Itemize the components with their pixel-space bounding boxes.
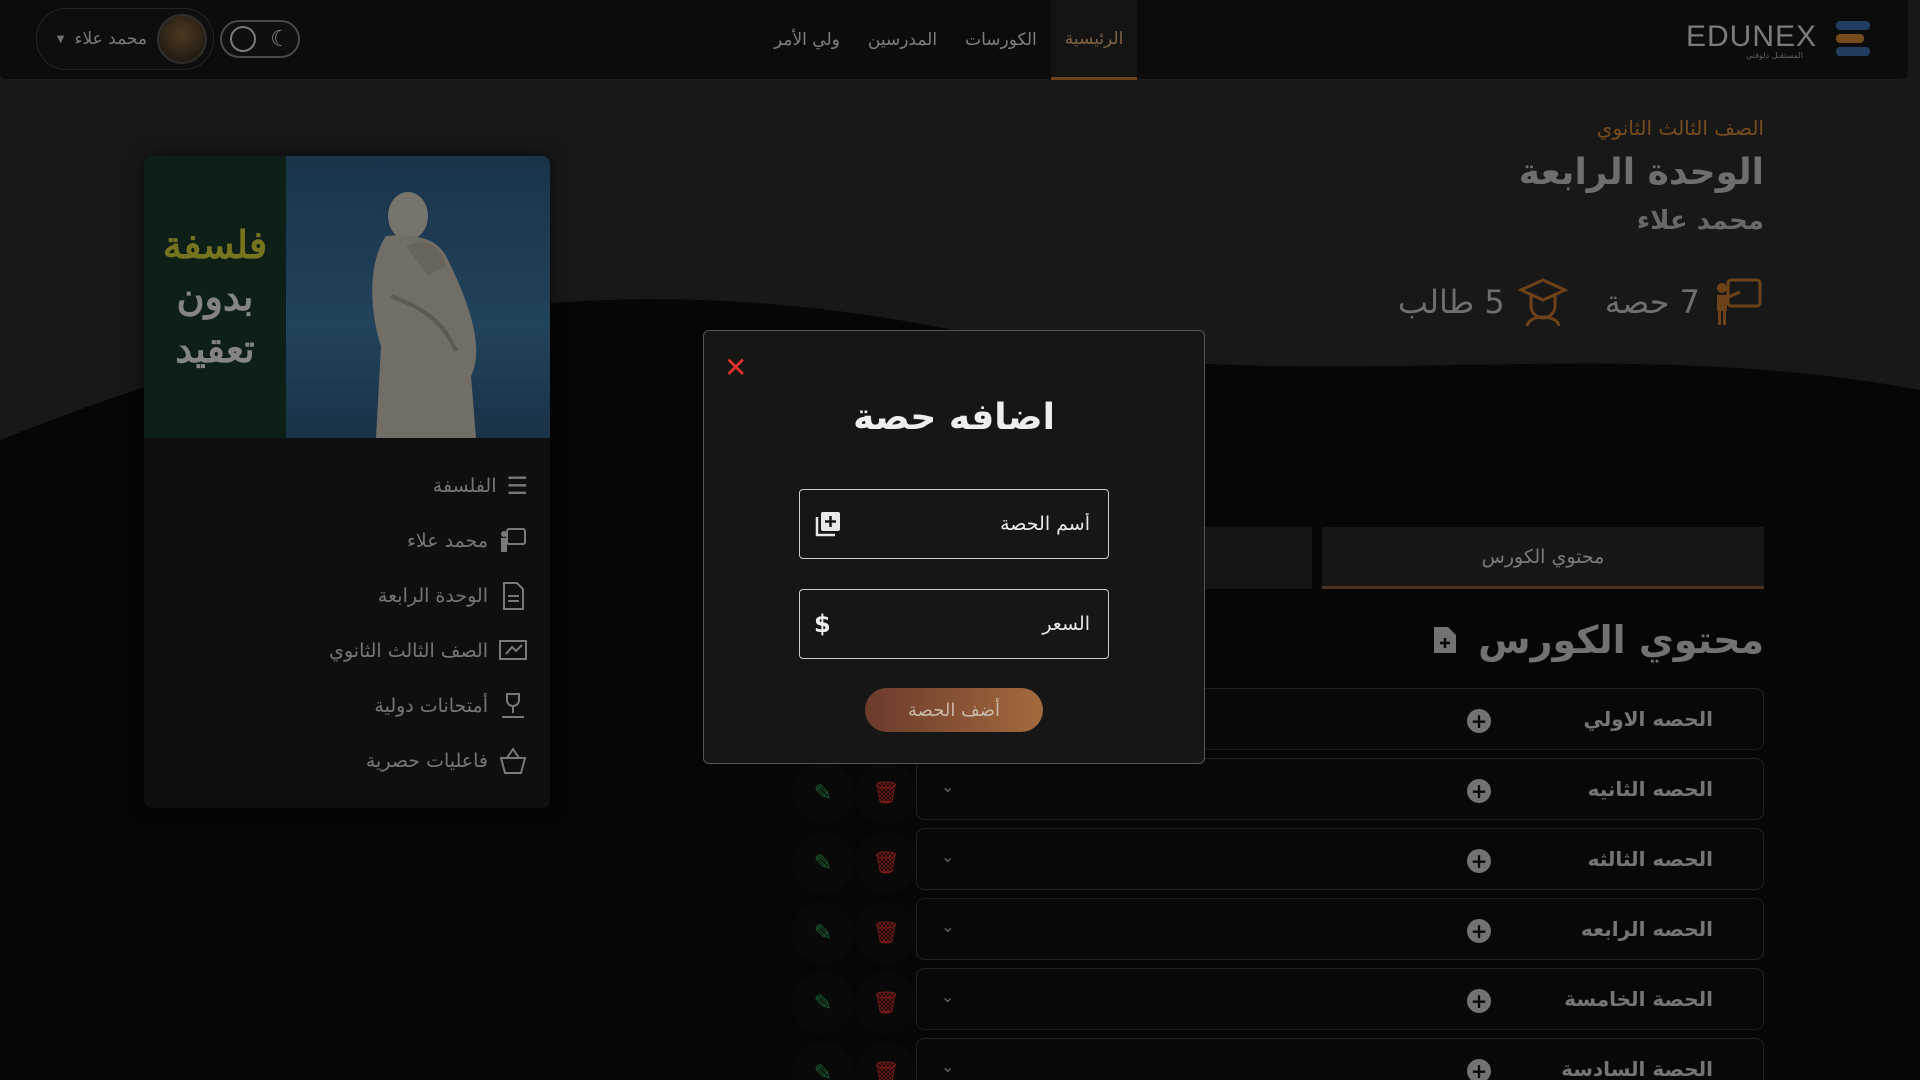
lesson-name-field[interactable] — [799, 489, 1109, 559]
add-lesson-button[interactable]: أضف الحصة — [865, 688, 1043, 732]
price-input[interactable] — [870, 613, 1090, 635]
add-lesson-modal: ✕ اضافه حصة $ أضف الحصة — [703, 330, 1205, 764]
add-box-icon — [815, 512, 840, 537]
price-field[interactable]: $ — [799, 589, 1109, 659]
dollar-icon: $ — [814, 610, 831, 638]
lesson-name-input[interactable] — [870, 513, 1090, 535]
close-icon[interactable]: ✕ — [724, 351, 747, 384]
modal-title: اضافه حصة — [853, 397, 1055, 438]
